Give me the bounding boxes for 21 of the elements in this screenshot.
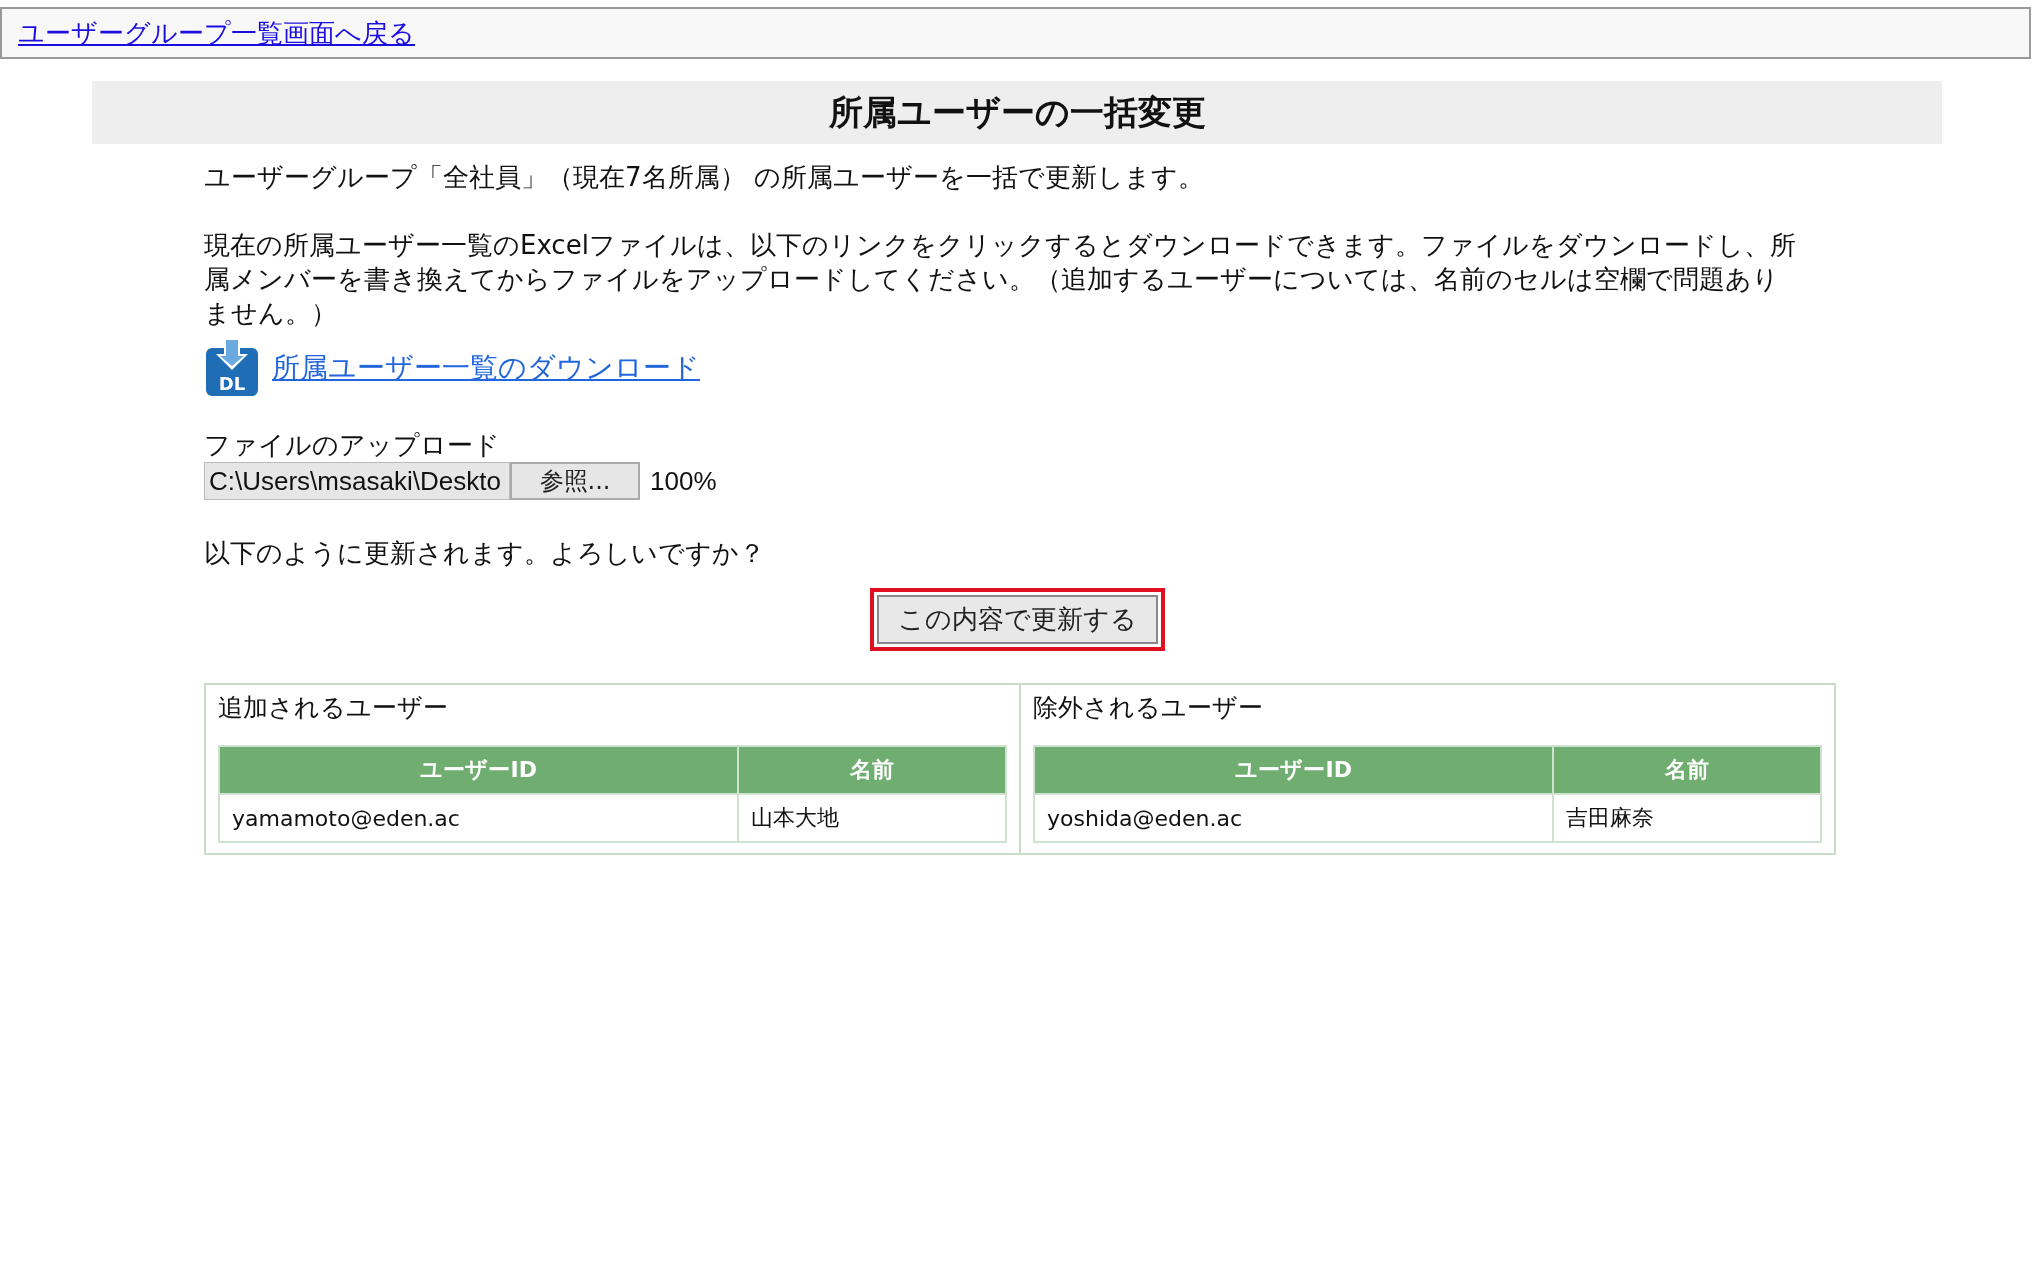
table-cell: 山本大地: [738, 794, 1006, 842]
confirm-text: 以下のように更新されます。よろしいですか？: [204, 537, 766, 570]
table-cell: yamamoto@eden.ac: [219, 794, 739, 842]
column-header: ユーザーID: [219, 746, 739, 794]
instructions-text: 現在の所属ユーザー一覧のExcelファイルは、以下のリンクをクリックするとダウンロードできます。ファイルをダウンロードし、所属メンバーを書き換えてからファイルをアップロードしてください。（追加するユーザーについては、名前のセルは空欄で問題ありません。）: [204, 229, 1797, 330]
download-link[interactable]: 所属ユーザー一覧のダウンロード: [272, 349, 700, 387]
page-title: 所属ユーザーの一括変更: [92, 81, 1942, 144]
column-header: 名前: [1553, 746, 1821, 794]
browse-button[interactable]: 参照...: [510, 462, 640, 500]
upload-progress-text: 100%: [650, 465, 717, 497]
column-header: 名前: [738, 746, 1006, 794]
table-cell: yoshida@eden.ac: [1034, 794, 1554, 842]
panel-heading: 追加されるユーザー: [218, 692, 449, 724]
upload-label: ファイルのアップロード: [204, 429, 501, 462]
column-header: ユーザーID: [1034, 746, 1554, 794]
update-button[interactable]: この内容で更新する: [869, 588, 1165, 651]
panel-heading: 除外されるユーザー: [1033, 692, 1264, 724]
back-link[interactable]: ユーザーグループ一覧画面へ戻る: [18, 15, 415, 51]
file-path-field[interactable]: C:\Users\msasaki\Deskto: [204, 462, 510, 500]
table-cell: 吉田麻奈: [1553, 794, 1821, 842]
intro-text: ユーザーグループ「全社員」（現在7名所属） の所属ユーザーを一括で更新します。: [204, 161, 1205, 194]
